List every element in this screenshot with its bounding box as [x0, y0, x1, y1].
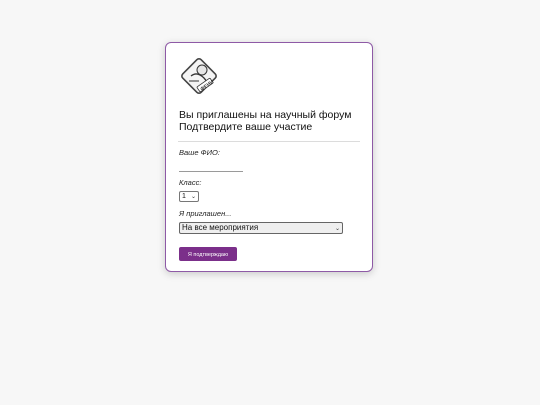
confirm-button[interactable]: Я подтверждаю — [179, 247, 237, 261]
forum-logo: ФЕНИ — [181, 58, 217, 94]
invited-label: Я приглашен... — [179, 209, 232, 218]
divider — [178, 141, 360, 142]
invited-select[interactable]: На все мероприятия ⌄ — [179, 222, 343, 234]
fio-label: Ваше ФИО: — [179, 148, 220, 157]
fio-input[interactable] — [179, 161, 243, 172]
class-select-value: 1 — [182, 193, 186, 200]
class-label: Класс: — [179, 178, 202, 187]
class-select[interactable]: 1 ⌄ — [179, 191, 199, 202]
chevron-down-icon: ⌄ — [190, 194, 196, 200]
title-line-2: Подтвердите ваше участие — [179, 121, 313, 133]
page-title: Вы приглашены на научный форум Подтверди… — [179, 109, 351, 133]
invited-select-value: На все мероприятия — [182, 223, 259, 232]
title-line-1: Вы приглашены на научный форум — [179, 109, 352, 121]
chevron-down-icon: ⌄ — [334, 226, 340, 232]
invitation-card: ФЕНИ Вы приглашены на научный форум Подт… — [165, 42, 373, 272]
